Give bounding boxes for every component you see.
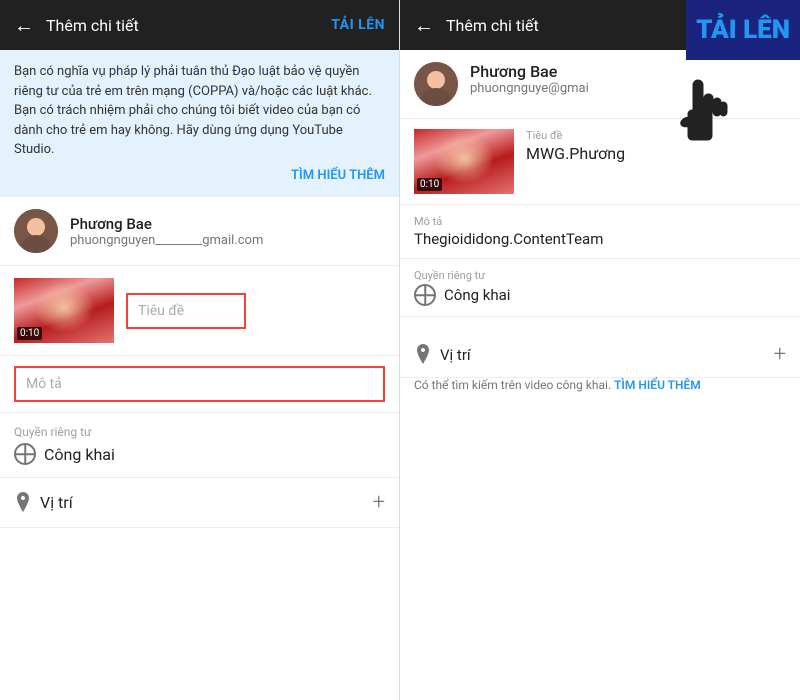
left-notice-box: Bạn có nghĩa vụ pháp lý phải tuân thủ Đạ… — [0, 50, 399, 197]
right-location-hint: Có thể tìm kiếm trên video công khai. TÌ… — [400, 378, 800, 398]
right-hint-text: Có thể tìm kiếm trên video công khai. — [414, 378, 611, 392]
left-user-info: Phương Bae phuongnguyen________gmail.com — [70, 215, 263, 248]
left-privacy-text: Công khai — [44, 445, 115, 464]
right-video-section: 0:10 Tiêu đề MWG.Phương — [400, 119, 800, 205]
right-location-text: Vị trí — [440, 346, 471, 364]
left-header: ← Thêm chi tiết TẢI LÊN — [0, 0, 399, 50]
right-description-section: Mô tả Thegioididong.ContentTeam — [400, 205, 800, 259]
right-location-row[interactable]: Vị trí + — [414, 342, 786, 367]
right-upload-label: TẢI LÊN — [696, 15, 790, 45]
left-privacy-value[interactable]: Công khai — [14, 443, 385, 465]
left-video-thumbnail: 0:10 — [14, 278, 114, 343]
left-description-input[interactable]: Mô tả — [14, 366, 385, 402]
left-globe-icon — [14, 443, 36, 465]
left-video-duration: 0:10 — [17, 327, 42, 340]
right-video-info: Tiêu đề MWG.Phương — [526, 129, 786, 163]
right-title-value[interactable]: MWG.Phương — [526, 144, 786, 163]
right-user-row: Phương Bae phuongnguye@gmai — [400, 50, 800, 119]
left-avatar — [14, 209, 58, 253]
right-back-arrow[interactable]: ← — [414, 13, 434, 38]
left-title-input[interactable]: Tiêu đề — [126, 293, 246, 329]
left-video-row: 0:10 Tiêu đề — [0, 266, 399, 356]
left-location-text: Vị trí — [40, 493, 73, 512]
right-avatar-image — [414, 62, 458, 106]
right-description-label: Mô tả — [414, 215, 786, 228]
left-privacy-section: Quyền riêng tư Công khai — [0, 413, 399, 478]
right-header: ← Thêm chi tiết TẢI LÊN — [400, 0, 800, 50]
left-header-title: Thêm chi tiết — [46, 16, 331, 35]
left-user-name: Phương Bae — [70, 215, 263, 233]
left-user-row: Phương Bae phuongnguyen________gmail.com — [0, 197, 399, 266]
left-title-placeholder: Tiêu đề — [138, 303, 184, 319]
left-back-arrow[interactable]: ← — [14, 13, 34, 38]
right-description-value[interactable]: Thegioididong.ContentTeam — [414, 230, 786, 248]
right-privacy-row[interactable]: Công khai — [414, 284, 786, 306]
right-user-email: phuongnguye@gmai — [470, 81, 786, 96]
right-upload-button[interactable]: TẢI LÊN — [686, 0, 800, 60]
left-avatar-image — [14, 209, 58, 253]
left-location-icon — [14, 492, 32, 514]
left-location-section: Vị trí + — [0, 478, 399, 528]
left-description-placeholder: Mô tả — [26, 376, 62, 392]
right-video-duration: 0:10 — [417, 178, 442, 191]
right-avatar — [414, 62, 458, 106]
left-upload-button[interactable]: TẢI LÊN — [331, 17, 385, 33]
left-description-section: Mô tả — [0, 356, 399, 413]
right-location-section: Quyền riêng tư Vị trí + — [400, 317, 800, 378]
left-user-email: phuongnguyen________gmail.com — [70, 233, 263, 248]
left-panel: ← Thêm chi tiết TẢI LÊN Bạn có nghĩa vụ … — [0, 0, 400, 700]
right-globe-icon — [414, 284, 436, 306]
right-privacy-label: Quyền riêng tư — [414, 269, 786, 282]
left-notice-link[interactable]: TÌM HIỂU THÊM — [14, 166, 385, 186]
right-privacy-value: Công khai — [444, 286, 510, 304]
right-user-info: Phương Bae phuongnguye@gmai — [470, 62, 786, 106]
right-hint-link[interactable]: TÌM HIỂU THÊM — [614, 378, 701, 392]
right-panel: ← Thêm chi tiết TẢI LÊN Phương Bae phuon… — [400, 0, 800, 700]
right-location-plus[interactable]: + — [774, 342, 786, 367]
right-privacy-section: Quyền riêng tư Công khai — [400, 259, 800, 317]
left-notice-text: Bạn có nghĩa vụ pháp lý phải tuân thủ Đạ… — [14, 64, 372, 157]
left-location-plus[interactable]: + — [373, 490, 385, 515]
right-title-label: Tiêu đề — [526, 129, 786, 142]
right-location-icon — [414, 344, 432, 366]
right-video-thumbnail: 0:10 — [414, 129, 514, 194]
left-location-value[interactable]: Vị trí — [14, 492, 73, 514]
left-privacy-label: Quyền riêng tư — [14, 425, 385, 439]
right-user-name: Phương Bae — [470, 62, 786, 81]
